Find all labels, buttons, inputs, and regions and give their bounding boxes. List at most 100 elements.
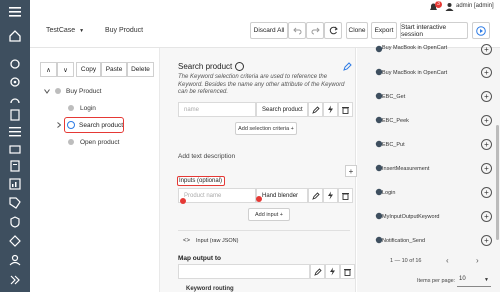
add-keyword-button[interactable]: +	[481, 163, 492, 174]
user-name[interactable]: admin [admin]	[456, 3, 494, 9]
chevron-up-icon: ∧	[46, 66, 51, 74]
shield-icon[interactable]	[7, 214, 23, 230]
next-page-icon[interactable]: ›	[476, 256, 479, 265]
list-item[interactable]: MyInputOutputKeyword +	[372, 211, 492, 224]
move-down-button[interactable]: ∨	[57, 62, 74, 77]
trash-icon	[342, 192, 349, 200]
tree-item-login[interactable]: Login	[80, 105, 96, 112]
tree-panel	[30, 48, 160, 292]
items-per-page-select[interactable]: 10 ▼	[457, 276, 491, 287]
undo-button[interactable]	[288, 22, 306, 39]
move-up-button[interactable]: ∧	[40, 62, 57, 77]
user-icon[interactable]	[445, 2, 454, 11]
settings-icon[interactable]	[7, 56, 23, 72]
list-item[interactable]: Login +	[372, 187, 492, 200]
users-icon[interactable]	[7, 252, 23, 268]
expand-icon[interactable]	[57, 122, 61, 128]
tree-item-open-product[interactable]: Open product	[80, 139, 119, 146]
delete-input-button[interactable]	[338, 188, 353, 203]
cycle-icon[interactable]	[7, 74, 23, 90]
node-icon	[68, 139, 74, 145]
code-icon[interactable]: <>	[183, 238, 190, 244]
dynamic-output-button[interactable]	[325, 264, 340, 279]
export-button[interactable]: Export	[371, 22, 397, 39]
add-input-button[interactable]: Add input +	[248, 208, 290, 221]
doc-icon[interactable]	[7, 158, 23, 174]
keyword-label: InsertMeasurement	[382, 166, 430, 172]
folder-icon[interactable]	[7, 141, 23, 157]
menu-icon[interactable]	[7, 4, 23, 20]
add-keyword-button[interactable]: +	[481, 235, 492, 246]
scrollbar[interactable]	[496, 125, 499, 240]
redo-icon	[311, 27, 320, 34]
puzzle-icon[interactable]	[7, 233, 23, 249]
breadcrumb[interactable]: TestCase ▼	[46, 27, 84, 34]
add-keyword-button[interactable]: +	[481, 139, 492, 150]
edit-input-button[interactable]	[308, 188, 323, 203]
paste-button[interactable]: Paste	[101, 62, 127, 77]
copy-button[interactable]: Copy	[76, 62, 101, 77]
edit-icon[interactable]	[343, 62, 352, 71]
list-item[interactable]: Buy MacBook in OpenCart +	[372, 44, 492, 57]
gauge-icon[interactable]	[7, 92, 23, 108]
start-session-button[interactable]: Start interactive session	[400, 22, 468, 39]
list-item[interactable]: InsertMeasurement +	[372, 163, 492, 176]
keyword-label: EBC_Get	[382, 94, 406, 100]
edit-criteria-button[interactable]	[308, 102, 323, 117]
add-keyword-button[interactable]: +	[481, 115, 492, 126]
plus-icon: +	[484, 211, 489, 221]
keyword-label: MyInputOutputKeyword	[382, 214, 440, 220]
input-name-field[interactable]: Product name	[178, 188, 256, 203]
add-keyword-button[interactable]: +	[481, 67, 492, 78]
add-keyword-button[interactable]: +	[481, 211, 492, 222]
chevron-down-icon: ∨	[63, 66, 68, 74]
add-keyword-button[interactable]: +	[481, 187, 492, 198]
tag-icon[interactable]	[7, 195, 23, 211]
breadcrumb-label: TestCase	[46, 27, 76, 34]
map-output-field[interactable]	[178, 264, 310, 279]
keyword-label: Login	[382, 190, 396, 196]
edit-output-button[interactable]	[310, 264, 325, 279]
keyword-title: Search product	[178, 62, 233, 71]
tree-item-search-product[interactable]: Search product	[79, 122, 123, 129]
chart-icon[interactable]	[7, 176, 23, 192]
collapse-icon[interactable]	[44, 89, 50, 94]
list-item[interactable]: EBC_Peek +	[372, 115, 492, 128]
add-keyword-button[interactable]: +	[481, 91, 492, 102]
refresh-button[interactable]	[324, 22, 342, 39]
home-icon[interactable]	[7, 28, 23, 44]
discard-all-button[interactable]: Discard All	[250, 22, 288, 39]
file-icon[interactable]	[7, 107, 23, 123]
add-text-description-link[interactable]: Add text description	[178, 153, 235, 160]
prev-page-icon[interactable]: ‹	[446, 256, 449, 265]
list-item[interactable]: EBC_Put +	[372, 139, 492, 152]
keyword-routing-label[interactable]: Keyword routing	[186, 286, 234, 292]
add-selection-criteria-button[interactable]: Add selection criteria +	[235, 122, 297, 135]
clone-button[interactable]: Clone	[346, 22, 368, 39]
tree-root[interactable]: Buy Product	[66, 88, 101, 95]
add-button[interactable]: +	[345, 165, 357, 177]
list-icon[interactable]	[7, 124, 23, 140]
input-value-field[interactable]: Hand blender	[256, 188, 308, 203]
criteria-value-input[interactable]: Search product	[256, 102, 308, 117]
notification-badge: 3	[435, 1, 442, 8]
delete-criteria-button[interactable]	[338, 102, 353, 117]
criteria-name-input[interactable]: name	[178, 102, 256, 117]
collapse-icon[interactable]	[7, 272, 23, 288]
list-item[interactable]: Buy MacBook in OpenCart +	[372, 67, 492, 80]
plus-icon: +	[484, 139, 489, 149]
add-keyword-button[interactable]: +	[481, 44, 492, 55]
refresh-icon	[329, 26, 338, 35]
list-item[interactable]: Notification_Send +	[372, 235, 492, 248]
sidebar	[0, 0, 30, 292]
play-button[interactable]	[472, 22, 490, 39]
input-raw-json-toggle[interactable]: Input (raw JSON)	[196, 238, 238, 244]
delete-button[interactable]: Delete	[127, 62, 154, 77]
delete-output-button[interactable]	[340, 264, 355, 279]
plus-icon: +	[484, 187, 489, 197]
redo-button[interactable]	[306, 22, 324, 39]
dynamic-criteria-button[interactable]	[323, 102, 338, 117]
list-item[interactable]: EBC_Get +	[372, 91, 492, 104]
items-per-page-value: 10	[459, 276, 466, 282]
dynamic-input-button[interactable]	[323, 188, 338, 203]
